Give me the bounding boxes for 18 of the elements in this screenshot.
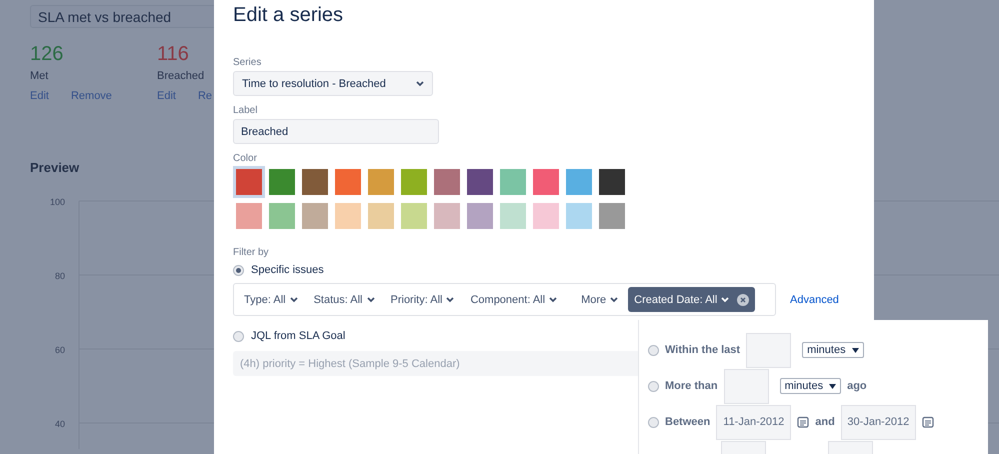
option-label: and bbox=[815, 416, 835, 428]
stat-label: Met bbox=[30, 70, 48, 82]
axis-tick-label: 60 bbox=[54, 345, 65, 355]
field-label: Color bbox=[233, 153, 258, 165]
stat-count: 126 bbox=[30, 42, 64, 66]
preview-title: Preview bbox=[30, 160, 80, 175]
field-label: Label bbox=[233, 105, 258, 117]
option-label: ago bbox=[847, 380, 867, 392]
stat-count: 116 bbox=[157, 42, 189, 66]
axis-tick-label: 80 bbox=[54, 271, 65, 281]
axis-tick-label: 100 bbox=[50, 197, 65, 207]
field-label: Series bbox=[233, 57, 262, 69]
axis-tick-label: 40 bbox=[54, 419, 65, 429]
stat-label: Breached bbox=[157, 70, 204, 82]
option-label: More than bbox=[665, 380, 718, 392]
option-label: Between bbox=[665, 416, 710, 428]
field-label: Filter by bbox=[233, 247, 270, 259]
option-label: Within the last bbox=[665, 344, 740, 356]
